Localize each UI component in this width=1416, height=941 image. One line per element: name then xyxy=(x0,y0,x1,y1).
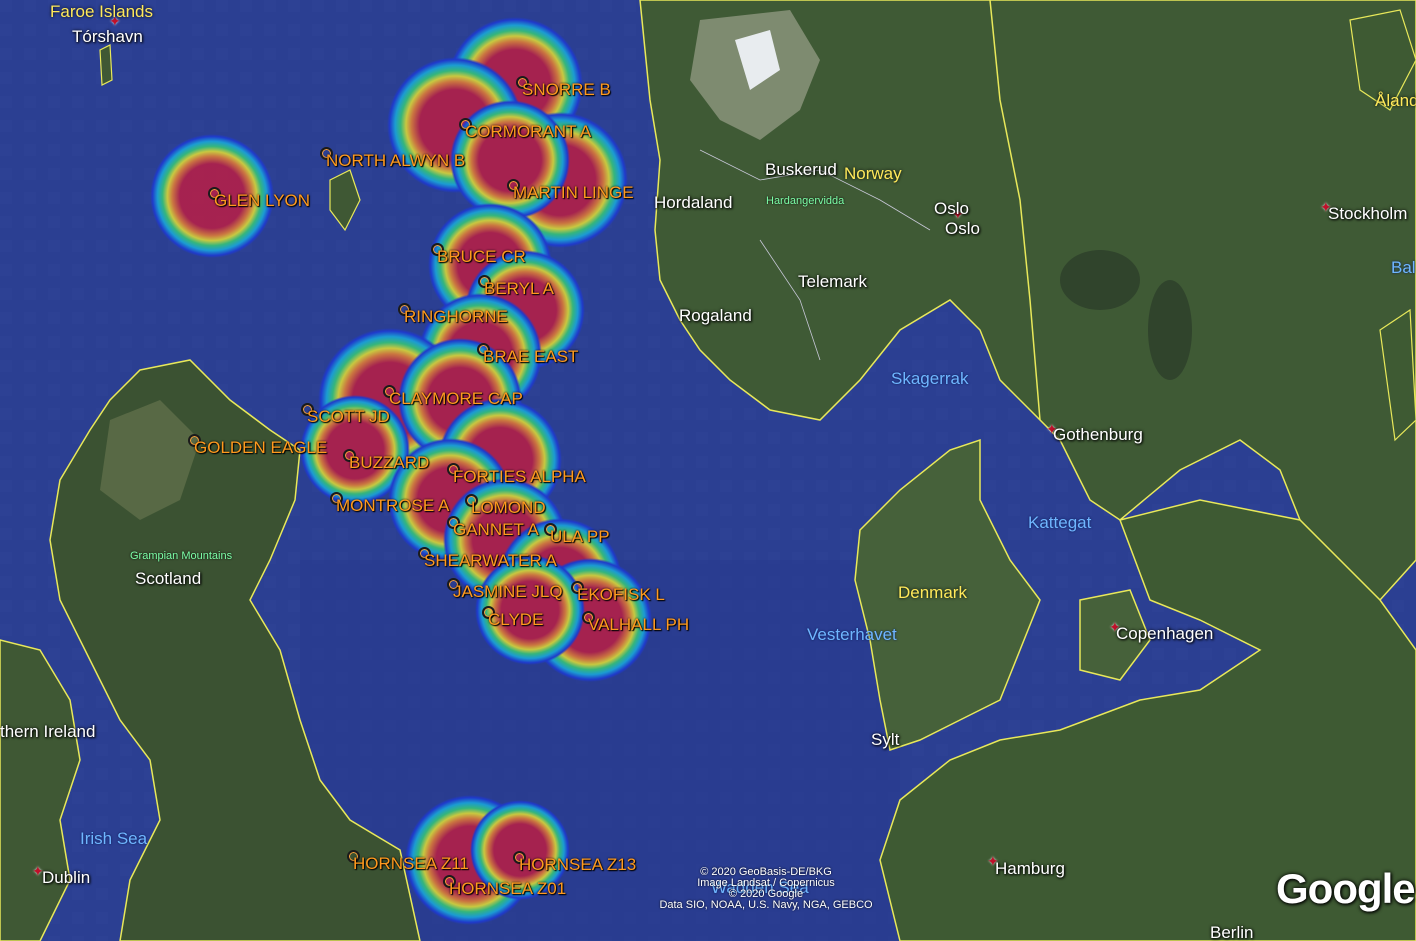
oil-field-label: VALHALL PH xyxy=(588,615,690,634)
oil-field-label: RINGHORNE xyxy=(404,307,508,326)
water-body-label: Skagerrak xyxy=(891,369,969,388)
country-label: Faroe Islands xyxy=(50,2,153,21)
place-label: Telemark xyxy=(798,272,867,291)
oil-field-label: BRUCE CR xyxy=(437,247,526,266)
attribution-line: Data SIO, NOAA, U.S. Navy, NGA, GEBCO xyxy=(659,899,873,911)
oil-field-label: MONTROSE A xyxy=(336,496,450,515)
place-label: Scotland xyxy=(135,569,202,588)
map-view[interactable]: ✦ ✦ ✦ ✦ ✦ ✦ ✦ SNORRE B CORMORANT A NORTH ALWYN B… xyxy=(0,0,1416,941)
oil-field-label: HORNSEA Z13 xyxy=(519,855,637,874)
water-body-label: Kattegat xyxy=(1028,513,1092,532)
oil-field-label: SHEARWATER A xyxy=(424,551,557,570)
oil-field-label: LOMOND xyxy=(471,498,546,517)
country-label: Denmark xyxy=(898,583,967,602)
oil-field-label: MARTIN LINGE xyxy=(513,183,634,202)
water-body-label: Irish Sea xyxy=(80,829,148,848)
water-body-label: Vesterhavet xyxy=(807,625,897,644)
country-label: Norway xyxy=(844,164,902,183)
water-body-label: Bal xyxy=(1391,258,1416,277)
oil-field-label: SCOTT JD xyxy=(307,407,390,426)
oil-field-label: BRAE EAST xyxy=(483,347,579,366)
place-label: Tórshavn xyxy=(72,27,143,46)
place-label: Copenhagen xyxy=(1116,624,1214,643)
oil-field-label: HORNSEA Z01 xyxy=(449,879,567,898)
oil-field-label: EKOFISK L xyxy=(577,585,665,604)
place-label: thern Ireland xyxy=(0,722,96,741)
map-canvas xyxy=(0,0,1416,941)
place-label: Hordaland xyxy=(654,193,733,212)
oil-field-label: GOLDEN EAGLE xyxy=(194,438,328,457)
google-logo: Google xyxy=(1276,865,1416,912)
park-label: Grampian Mountains xyxy=(130,550,233,562)
place-label: Oslo xyxy=(945,219,980,238)
oil-field-label: BERYL A xyxy=(484,279,554,298)
oil-field-label: HORNSEA Z11 xyxy=(353,854,469,873)
oil-field-label: SNORRE B xyxy=(522,80,611,99)
oil-field-label: GLEN LYON xyxy=(214,191,311,210)
place-label: Sylt xyxy=(871,730,900,749)
oil-field-label: ULA PP xyxy=(550,527,610,546)
map-attribution: © 2020 GeoBasis-DE/BKG Image Landsat / C… xyxy=(638,867,894,911)
country-label: Åland xyxy=(1375,91,1416,110)
place-label: Gothenburg xyxy=(1053,425,1143,444)
place-label: Buskerud xyxy=(765,160,837,179)
place-label: Rogaland xyxy=(679,306,752,325)
park-label: Hardangervidda xyxy=(766,195,845,207)
oil-field-label: BUZZARD xyxy=(349,453,430,472)
oil-field-label: FORTIES ALPHA xyxy=(453,467,586,486)
place-label: Stockholm xyxy=(1328,204,1408,223)
oil-field-label: JASMINE JLQ xyxy=(453,582,563,601)
oil-field-label: CLAYMORE CAP xyxy=(389,389,523,408)
oil-field-label: NORTH ALWYN B xyxy=(326,151,466,170)
place-label: Dublin xyxy=(42,868,91,887)
oil-field-label: CLYDE xyxy=(488,610,544,629)
oil-field-label: GANNET A xyxy=(453,520,539,539)
place-label: Hamburg xyxy=(995,859,1065,878)
place-label: Berlin xyxy=(1210,923,1254,941)
place-label: Oslo xyxy=(934,199,969,218)
oil-field-label: CORMORANT A xyxy=(465,122,592,141)
